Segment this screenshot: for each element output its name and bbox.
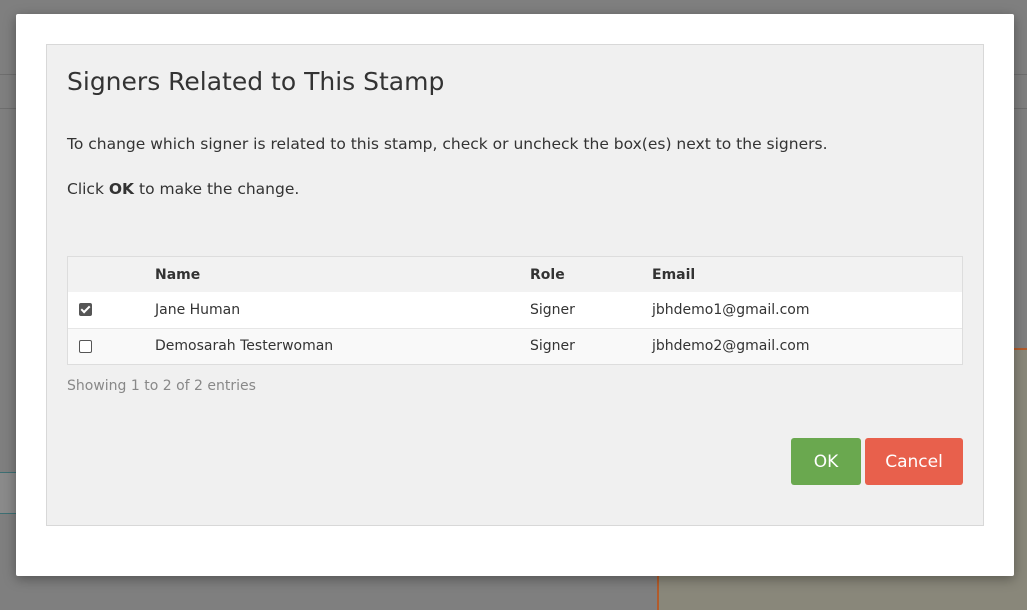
signer-name: Demosarah Testerwoman — [155, 338, 334, 355]
header-select — [68, 257, 155, 292]
click-hint-prefix: Click — [67, 180, 109, 198]
signer-email: jbhdemo2@gmail.com — [652, 338, 810, 355]
signers-dialog: Signers Related to This Stamp To change … — [16, 14, 1014, 576]
dialog-instruction: To change which signer is related to thi… — [67, 135, 828, 153]
dialog-title: Signers Related to This Stamp — [67, 67, 445, 96]
header-email[interactable]: Email — [652, 257, 962, 292]
ok-button[interactable]: OK — [791, 438, 861, 485]
row-select-cell — [68, 292, 155, 328]
cancel-button[interactable]: Cancel — [865, 438, 963, 485]
signer-role: Signer — [530, 301, 575, 318]
dialog-panel: Signers Related to This Stamp To change … — [46, 44, 984, 526]
signer-role: Signer — [530, 338, 575, 355]
signer-email: jbhdemo1@gmail.com — [652, 301, 810, 318]
dialog-click-hint: Click OK to make the change. — [67, 180, 299, 198]
table-row: Jane Human Signer jbhdemo1@gmail.com — [68, 292, 962, 328]
table-header-row: Name Role Email — [68, 257, 962, 292]
row-select-cell — [68, 328, 155, 364]
header-name[interactable]: Name — [155, 257, 530, 292]
header-role[interactable]: Role — [530, 257, 652, 292]
table-row: Demosarah Testerwoman Signer jbhdemo2@gm… — [68, 328, 962, 364]
table-info: Showing 1 to 2 of 2 entries — [67, 378, 256, 394]
signer-checkbox[interactable] — [79, 303, 92, 317]
signers-table: Name Role Email Jane Human Signer jbhdem… — [67, 256, 963, 365]
signer-checkbox[interactable] — [79, 339, 92, 353]
signer-name: Jane Human — [155, 301, 241, 318]
click-hint-ok: OK — [108, 180, 135, 198]
click-hint-suffix: to make the change. — [134, 180, 300, 198]
